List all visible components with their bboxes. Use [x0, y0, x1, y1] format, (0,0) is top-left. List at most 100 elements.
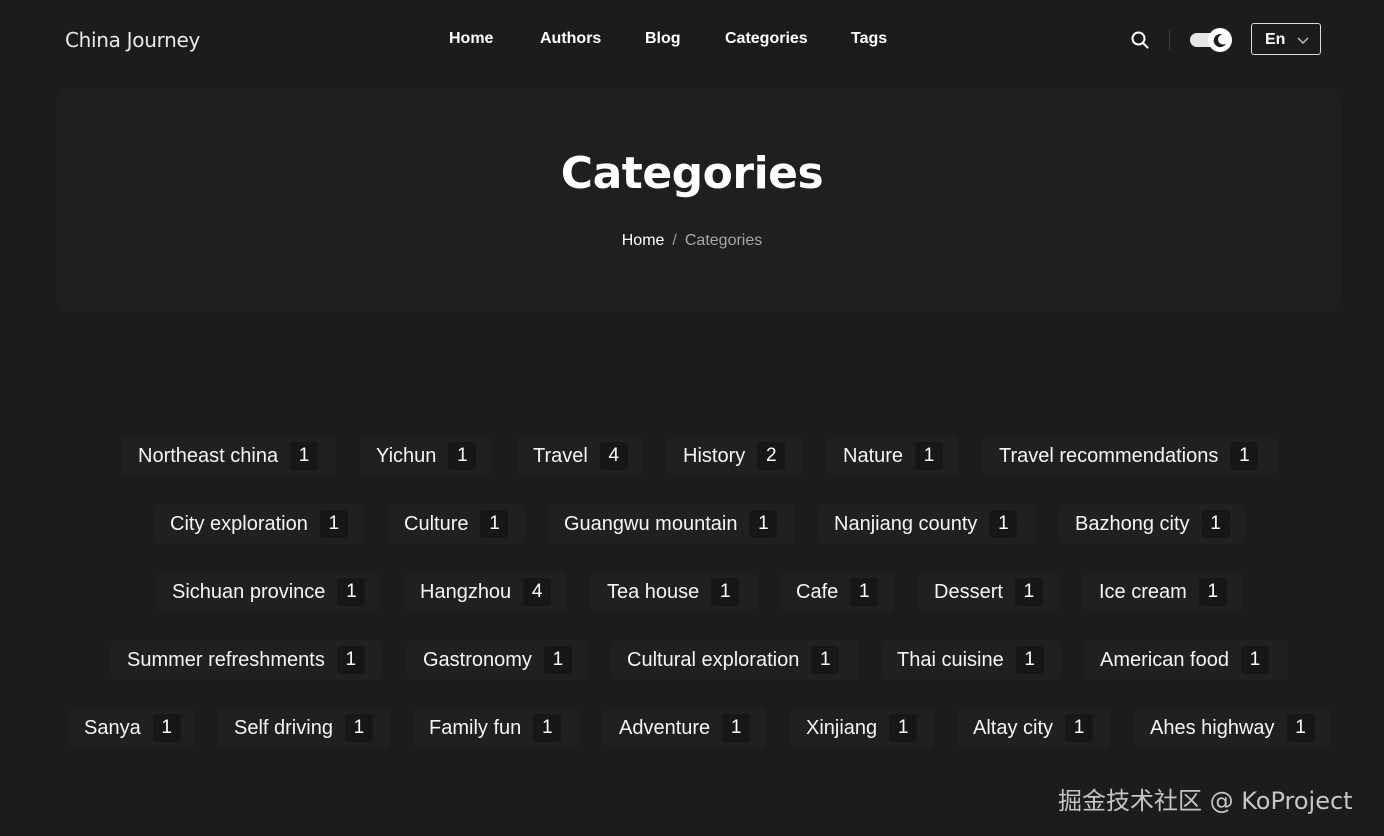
- nav-tags[interactable]: Tags: [851, 30, 887, 48]
- category-count: 1: [1198, 578, 1227, 606]
- category-label: Bazhong city: [1075, 512, 1190, 535]
- category-count: 1: [480, 510, 509, 538]
- category-count: 1: [1240, 646, 1269, 674]
- category-label: Travel: [533, 444, 588, 467]
- category-chip[interactable]: Cafe 1: [780, 572, 894, 612]
- moon-icon: [1213, 34, 1226, 48]
- category-chip[interactable]: City exploration 1: [154, 504, 364, 544]
- category-count: 1: [319, 510, 348, 538]
- breadcrumb: Home / Categories: [0, 232, 1384, 250]
- search-icon: [1131, 31, 1149, 49]
- page-title: Categories: [560, 148, 824, 199]
- category-label: Ice cream: [1099, 580, 1187, 603]
- chevron-down-icon: [1297, 37, 1309, 45]
- category-chip[interactable]: Sanya 1: [68, 708, 195, 748]
- nav-home[interactable]: Home: [449, 30, 493, 48]
- category-count: 1: [290, 442, 319, 470]
- category-chip[interactable]: Travel recommendations 1: [983, 436, 1277, 476]
- category-count: 1: [1065, 714, 1094, 742]
- category-count: 1: [989, 510, 1018, 538]
- category-chip[interactable]: Gastronomy 1: [407, 640, 588, 680]
- category-count: 1: [850, 578, 879, 606]
- category-count: 1: [336, 646, 365, 674]
- category-chip[interactable]: Guangwu mountain 1: [548, 504, 794, 544]
- category-label: Thai cuisine: [897, 648, 1004, 671]
- category-chip[interactable]: Bazhong city 1: [1059, 504, 1245, 544]
- site-logo[interactable]: China Journey: [65, 28, 200, 52]
- category-label: Tea house: [607, 580, 700, 603]
- language-label: En: [1265, 31, 1286, 48]
- category-chip[interactable]: American food 1: [1084, 640, 1288, 680]
- category-count: 1: [533, 714, 562, 742]
- category-chip[interactable]: Thai cuisine 1: [881, 640, 1061, 680]
- category-label: Ahes highway: [1150, 716, 1275, 739]
- category-chip[interactable]: Summer refreshments 1: [111, 640, 383, 680]
- theme-toggle[interactable]: [1190, 28, 1232, 52]
- breadcrumb-separator: /: [672, 232, 677, 249]
- breadcrumb-home[interactable]: Home: [622, 232, 665, 249]
- category-chip[interactable]: Northeast china 1: [122, 436, 336, 476]
- category-count: 1: [1015, 646, 1044, 674]
- category-label: Nanjiang county: [834, 512, 978, 535]
- category-label: American food: [1100, 648, 1229, 671]
- nav-authors[interactable]: Authors: [540, 30, 601, 48]
- category-chip[interactable]: Cultural exploration 1: [611, 640, 858, 680]
- category-count: 1: [722, 714, 751, 742]
- category-label: Summer refreshments: [127, 648, 325, 671]
- category-label: Hangzhou: [420, 580, 512, 603]
- category-chip[interactable]: Yichun 1: [360, 436, 492, 476]
- category-chip[interactable]: Sichuan province 1: [156, 572, 380, 612]
- nav-categories[interactable]: Categories: [725, 30, 808, 48]
- category-count: 4: [599, 442, 628, 470]
- category-label: Gastronomy: [423, 648, 532, 671]
- category-count: 1: [1230, 442, 1259, 470]
- category-label: City exploration: [170, 512, 308, 535]
- category-label: Dessert: [934, 580, 1003, 603]
- category-count: 1: [1286, 714, 1315, 742]
- category-count: 1: [344, 714, 373, 742]
- category-count: 1: [1201, 510, 1230, 538]
- category-chip[interactable]: Dessert 1: [918, 572, 1060, 612]
- category-chip[interactable]: Ice cream 1: [1083, 572, 1243, 612]
- category-count: 2: [757, 442, 786, 470]
- category-chip[interactable]: Xinjiang 1: [790, 708, 934, 748]
- category-chip[interactable]: Travel 4: [517, 436, 643, 476]
- toggle-knob: [1208, 28, 1232, 52]
- category-chip[interactable]: Ahes highway 1: [1134, 708, 1331, 748]
- category-label: Travel recommendations: [999, 444, 1219, 467]
- category-chip[interactable]: Nanjiang county 1: [818, 504, 1036, 544]
- category-chip[interactable]: History 2: [667, 436, 803, 476]
- category-chip[interactable]: Family fun 1: [413, 708, 580, 748]
- category-count: 1: [711, 578, 740, 606]
- category-label: Nature: [843, 444, 904, 467]
- category-chip[interactable]: Nature 1: [827, 436, 959, 476]
- breadcrumb-current: Categories: [684, 232, 763, 249]
- category-label: Cafe: [796, 580, 839, 603]
- category-count: 1: [337, 578, 366, 606]
- category-label: Family fun: [429, 716, 522, 739]
- category-label: Self driving: [234, 716, 333, 739]
- category-chip[interactable]: Culture 1: [388, 504, 525, 544]
- category-label: Sichuan province: [172, 580, 326, 603]
- search-button[interactable]: [1129, 29, 1151, 51]
- category-chip[interactable]: Tea house 1: [591, 572, 757, 612]
- category-label: History: [683, 444, 746, 467]
- site-header: China Journey Home Authors Blog Categori…: [0, 0, 1384, 80]
- category-chip[interactable]: Altay city 1: [957, 708, 1110, 748]
- category-chip[interactable]: Hangzhou 4: [404, 572, 567, 612]
- category-label: Guangwu mountain: [564, 512, 738, 535]
- watermark: 掘金技术社区 @ KoProject: [1058, 787, 1353, 815]
- category-chip[interactable]: Adventure 1: [603, 708, 766, 748]
- category-label: Adventure: [619, 716, 711, 739]
- nav-blog[interactable]: Blog: [645, 30, 681, 48]
- category-label: Sanya: [84, 716, 141, 739]
- category-count: 1: [749, 510, 778, 538]
- language-select[interactable]: En: [1251, 23, 1321, 55]
- category-count: 1: [915, 442, 944, 470]
- category-label: Cultural exploration: [627, 648, 800, 671]
- category-chip[interactable]: Self driving 1: [218, 708, 390, 748]
- category-label: Culture: [404, 512, 469, 535]
- category-label: Northeast china: [138, 444, 279, 467]
- category-count: 1: [448, 442, 477, 470]
- category-label: Altay city: [973, 716, 1054, 739]
